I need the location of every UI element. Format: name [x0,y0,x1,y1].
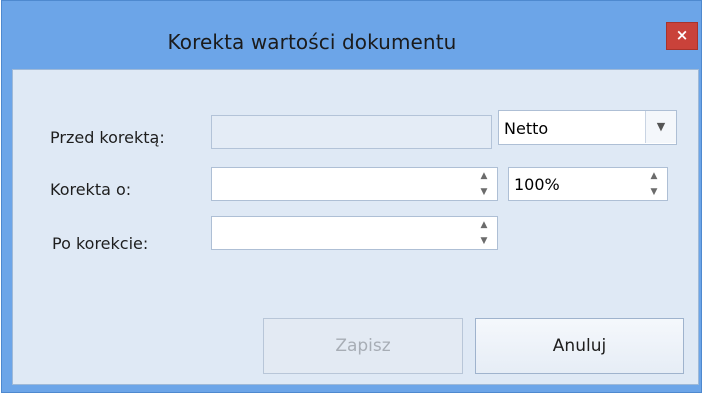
title-bar[interactable]: Korekta wartości dokumentu × [2,1,701,69]
percent-value: 100% [514,175,560,194]
label-korekta-o: Korekta o: [50,180,132,199]
dialog-title: Korekta wartości dokumentu [167,30,457,54]
po-korekcie-spinner[interactable]: ▲ ▼ [471,217,497,249]
label-przed-korekta: Przed korektą: [50,128,165,147]
spin-down-icon[interactable]: ▼ [471,233,497,249]
percent-spinner[interactable]: ▲ ▼ [641,168,667,200]
spin-down-icon[interactable]: ▼ [471,184,497,200]
label-po-korekcie: Po korekcie: [52,234,149,253]
value-type-select[interactable]: Netto ▼ [498,110,677,145]
dialog-window: Korekta wartości dokumentu × Przed korek… [1,0,702,393]
po-korekcie-input[interactable]: ▲ ▼ [211,216,498,250]
korekta-o-input[interactable]: ▲ ▼ [211,167,498,201]
value-type-selected: Netto [504,119,549,138]
spin-up-icon[interactable]: ▲ [471,168,497,184]
cancel-button[interactable]: Anuluj [475,318,684,374]
save-button[interactable]: Zapisz [263,318,463,374]
spin-up-icon[interactable]: ▲ [641,168,667,184]
close-button[interactable]: × [666,22,698,50]
close-icon: × [675,26,689,44]
spin-down-icon[interactable]: ▼ [641,184,667,200]
percent-input[interactable]: 100% ▲ ▼ [508,167,668,201]
spin-up-icon[interactable]: ▲ [471,217,497,233]
chevron-down-icon[interactable]: ▼ [645,111,676,143]
przed-korekta-field [211,115,492,149]
korekta-o-spinner[interactable]: ▲ ▼ [471,168,497,200]
dialog-body: Przed korektą: Netto ▼ Korekta o: ▲ ▼ 10… [12,69,699,385]
